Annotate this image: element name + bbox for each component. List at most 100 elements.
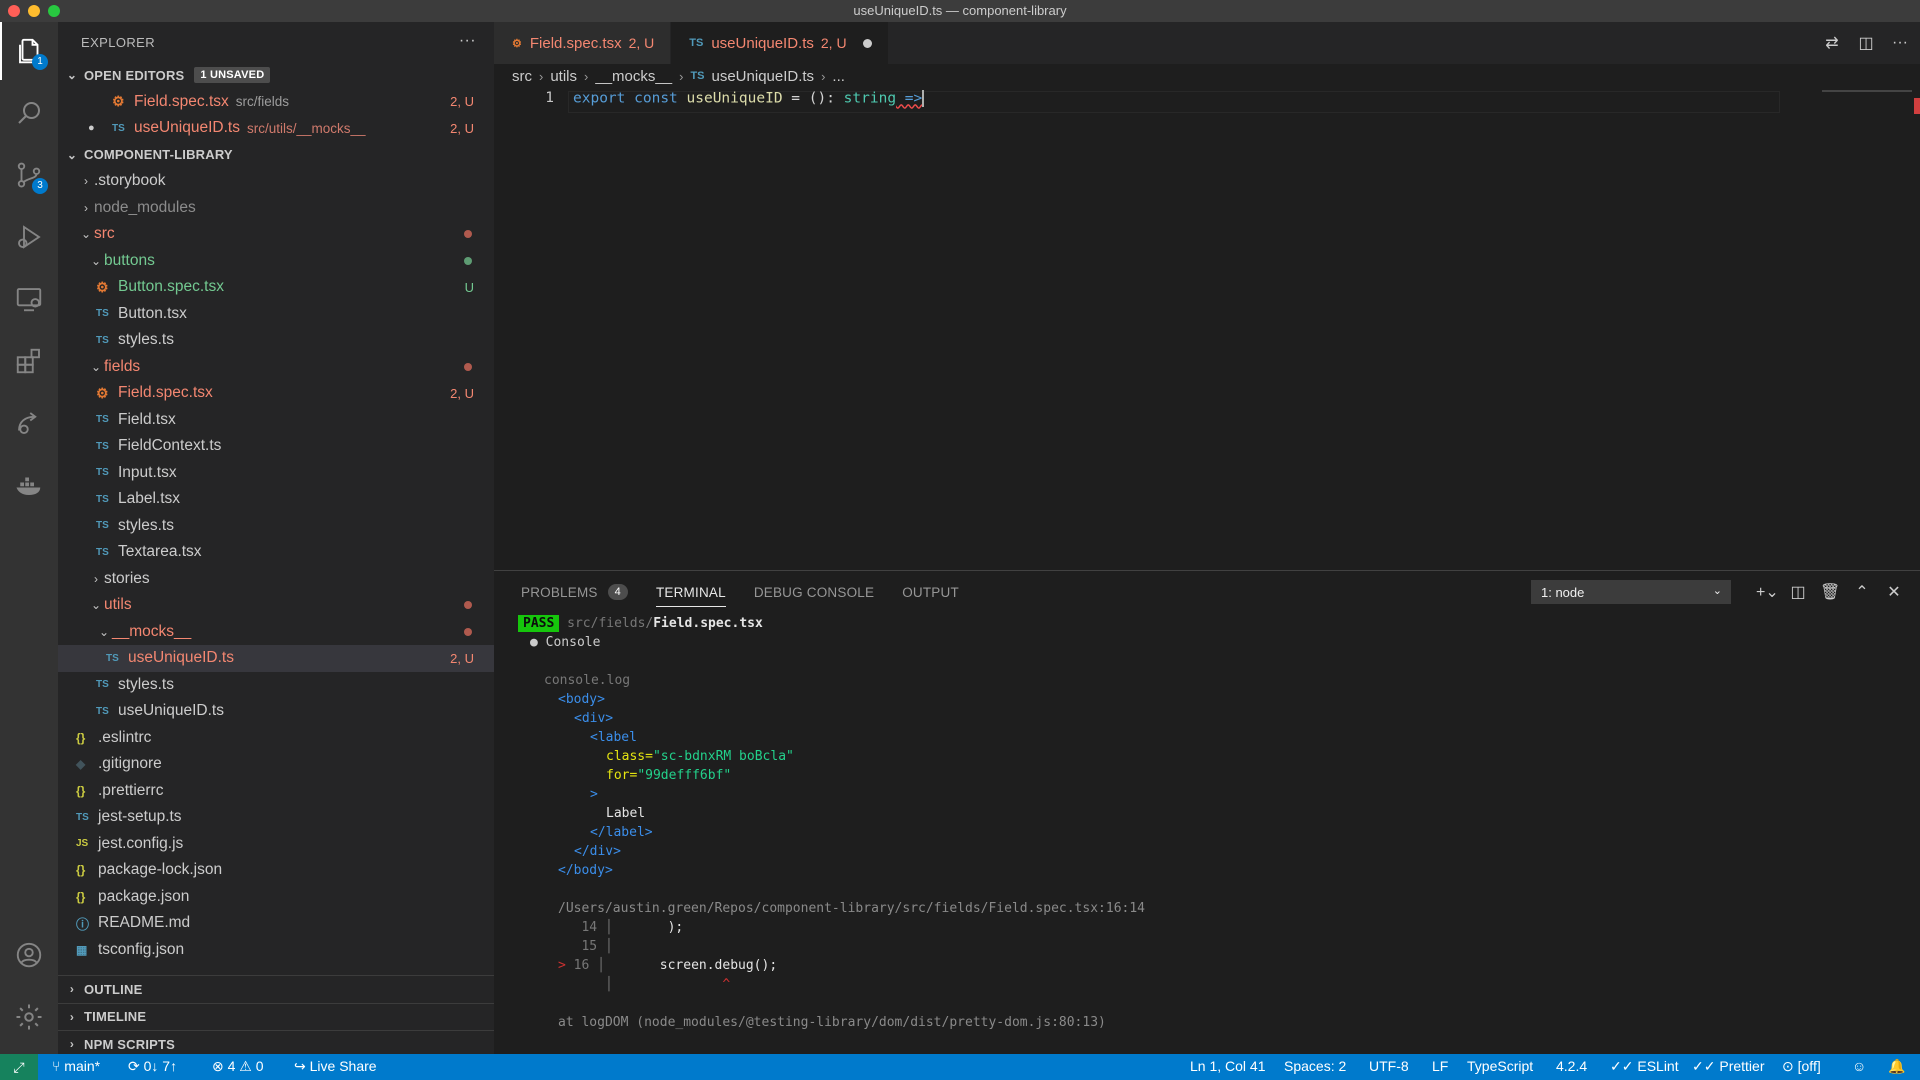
tree-file[interactable]: TS Button.tsx (58, 301, 494, 328)
explorer-more-button[interactable]: ··· (459, 32, 476, 50)
tree-file[interactable]: TS styles.ts (58, 672, 494, 699)
tree-folder-stories[interactable]: › stories (58, 566, 494, 593)
error-dot-icon (464, 627, 472, 636)
breadcrumb-item[interactable]: ... (832, 68, 845, 85)
tree-file[interactable]: {} package.json (58, 884, 494, 911)
tree-file[interactable]: TS jest-setup.ts (58, 804, 494, 831)
search-activity-button[interactable] (0, 84, 58, 142)
tab-label: Field.spec.tsx (529, 34, 622, 52)
accounts-activity-button[interactable] (0, 926, 58, 984)
tree-file[interactable]: {} package-lock.json (58, 857, 494, 884)
split-editor-icon[interactable]: ◫ (1856, 33, 1876, 53)
open-changes-icon[interactable]: ⇄ (1822, 33, 1842, 53)
typescript-file-icon: TS (96, 467, 109, 479)
ts-version[interactable]: 4.2.4 (1556, 1058, 1587, 1074)
terminal-select[interactable]: 1: node ⌄ (1531, 580, 1731, 604)
typescript-file-icon: TS (96, 679, 109, 691)
live-share-activity-button[interactable] (0, 394, 58, 452)
remote-explorer-activity-button[interactable] (0, 270, 58, 328)
terminal-output[interactable]: PASS src/fields/Field.spec.tsx ● Console… (518, 614, 1920, 1032)
tab-problems[interactable]: PROBLEMS 4 (521, 571, 628, 613)
explorer-activity-button[interactable]: 1 (0, 22, 58, 80)
breadcrumb-item[interactable]: utils (550, 68, 577, 85)
tree-file[interactable]: ⓘ README.md (58, 910, 494, 937)
problems-count-badge: 4 (607, 584, 628, 600)
tree-folder-buttons[interactable]: ⌄ buttons (58, 248, 494, 275)
source-control-activity-button[interactable]: 3 (0, 146, 58, 204)
code-text[interactable]: export const useUniqueID = (): string => (573, 90, 925, 107)
sync-status[interactable]: ⟳ 0↓ 7↑ (128, 1058, 177, 1075)
tree-file[interactable]: ⚙ Button.spec.tsx U (58, 274, 494, 301)
tree-folder-storybook[interactable]: › .storybook (58, 168, 494, 195)
prettier-status[interactable]: ✓✓ Prettier (1692, 1058, 1764, 1075)
tree-file[interactable]: JS jest.config.js (58, 831, 494, 858)
tree-folder-fields[interactable]: ⌄ fields (58, 354, 494, 381)
live-share-status[interactable]: ↪ Live Share (294, 1058, 377, 1075)
open-editors-section[interactable]: ⌄ OPEN EDITORS 1 UNSAVED (58, 62, 494, 89)
tree-file[interactable]: TS useUniqueID.ts (58, 698, 494, 725)
tree-folder-utils[interactable]: ⌄ utils (58, 592, 494, 619)
bell-icon[interactable]: 🔔 (1888, 1058, 1905, 1075)
tree-file[interactable]: TS styles.ts (58, 513, 494, 540)
tab-use-unique-id[interactable]: TS useUniqueID.ts 2, U (671, 22, 889, 64)
breadcrumb-item[interactable]: __mocks__ (595, 68, 672, 85)
remote-indicator-icon[interactable]: ⤢ (0, 1054, 38, 1080)
open-editor-item[interactable]: ⚙ Field.spec.tsx src/fields 2, U (58, 89, 494, 116)
new-terminal-icon[interactable]: +⌄ (1756, 582, 1779, 602)
timeline-section[interactable]: › TIMELINE (58, 1002, 494, 1031)
tree-file[interactable]: ◆ .gitignore (58, 751, 494, 778)
tree-folder-src[interactable]: ⌄ src (58, 221, 494, 248)
terminal-line: │ ^ (558, 977, 731, 992)
tree-item-label: fields (104, 357, 141, 375)
cursor-position[interactable]: Ln 1, Col 41 (1190, 1058, 1266, 1074)
tree-folder-node-modules[interactable]: › node_modules (58, 195, 494, 222)
tree-file[interactable]: ▦ tsconfig.json (58, 937, 494, 964)
chevron-down-icon: ⌄ (66, 68, 78, 83)
code-line[interactable]: 1 export const useUniqueID = (): string … (494, 90, 1920, 112)
indentation-status[interactable]: Spaces: 2 (1284, 1058, 1346, 1074)
tree-folder-mocks[interactable]: ⌄ __mocks__ (58, 619, 494, 646)
tab-terminal[interactable]: TERMINAL (655, 571, 726, 613)
error-scroll-marker (1914, 98, 1920, 114)
tree-item-status: 2, U (450, 385, 474, 401)
eslint-status[interactable]: ✓✓ ESLint (1610, 1058, 1679, 1075)
panel-actions: +⌄ ◫ 🗑 ⌃ ✕ (1756, 571, 1904, 613)
problems-status[interactable]: ⊗ 4 ⚠ 0 (212, 1058, 264, 1075)
tree-file[interactable]: TS Field.tsx (58, 407, 494, 434)
trash-icon[interactable]: 🗑 (1820, 582, 1840, 602)
language-mode[interactable]: TypeScript (1467, 1058, 1533, 1074)
tree-file[interactable]: TS styles.ts (58, 327, 494, 354)
branch-status[interactable]: ⑂ main* (52, 1058, 100, 1074)
eol-status[interactable]: LF (1432, 1058, 1448, 1074)
close-panel-icon[interactable]: ✕ (1884, 582, 1904, 602)
tree-file[interactable]: {} .prettierrc (58, 778, 494, 805)
tree-file[interactable]: TS FieldContext.ts (58, 433, 494, 460)
split-terminal-icon[interactable]: ◫ (1788, 582, 1808, 602)
more-actions-icon[interactable]: ··· (1890, 34, 1910, 52)
tree-file[interactable]: {} .eslintrc (58, 725, 494, 752)
extensions-activity-button[interactable] (0, 332, 58, 390)
tree-file[interactable]: TS Input.tsx (58, 460, 494, 487)
unsaved-dot-icon[interactable] (862, 38, 872, 48)
port-status[interactable]: ⊙ [off] (1782, 1058, 1821, 1075)
docker-activity-button[interactable] (0, 456, 58, 514)
tree-file[interactable]: ⚙ Field.spec.tsx 2, U (58, 380, 494, 407)
breadcrumb-item[interactable]: useUniqueID.ts (712, 68, 815, 85)
breadcrumb-item[interactable]: src (512, 68, 532, 85)
tree-file-selected[interactable]: TS useUniqueID.ts 2, U (58, 645, 494, 672)
open-editor-item[interactable]: ● TS useUniqueID.ts src/utils/__mocks__ … (58, 115, 494, 142)
minimap[interactable] (1822, 90, 1912, 92)
maximize-panel-icon[interactable]: ⌃ (1852, 582, 1872, 602)
project-section[interactable]: ⌄ COMPONENT-LIBRARY (58, 142, 494, 169)
tree-file[interactable]: TS Label.tsx (58, 486, 494, 513)
tab-field-spec[interactable]: ⚙ Field.spec.tsx 2, U (494, 22, 672, 64)
feedback-icon[interactable]: ☺ (1852, 1058, 1866, 1074)
manage-activity-button[interactable] (0, 988, 58, 1046)
chevron-down-icon: ⌄ (1712, 585, 1722, 597)
outline-section[interactable]: › OUTLINE (58, 976, 494, 1003)
tab-debug-console[interactable]: DEBUG CONSOLE (754, 571, 874, 613)
encoding-status[interactable]: UTF-8 (1369, 1058, 1409, 1074)
run-debug-activity-button[interactable] (0, 208, 58, 266)
tab-output[interactable]: OUTPUT (902, 571, 959, 613)
tree-file[interactable]: TS Textarea.tsx (58, 539, 494, 566)
